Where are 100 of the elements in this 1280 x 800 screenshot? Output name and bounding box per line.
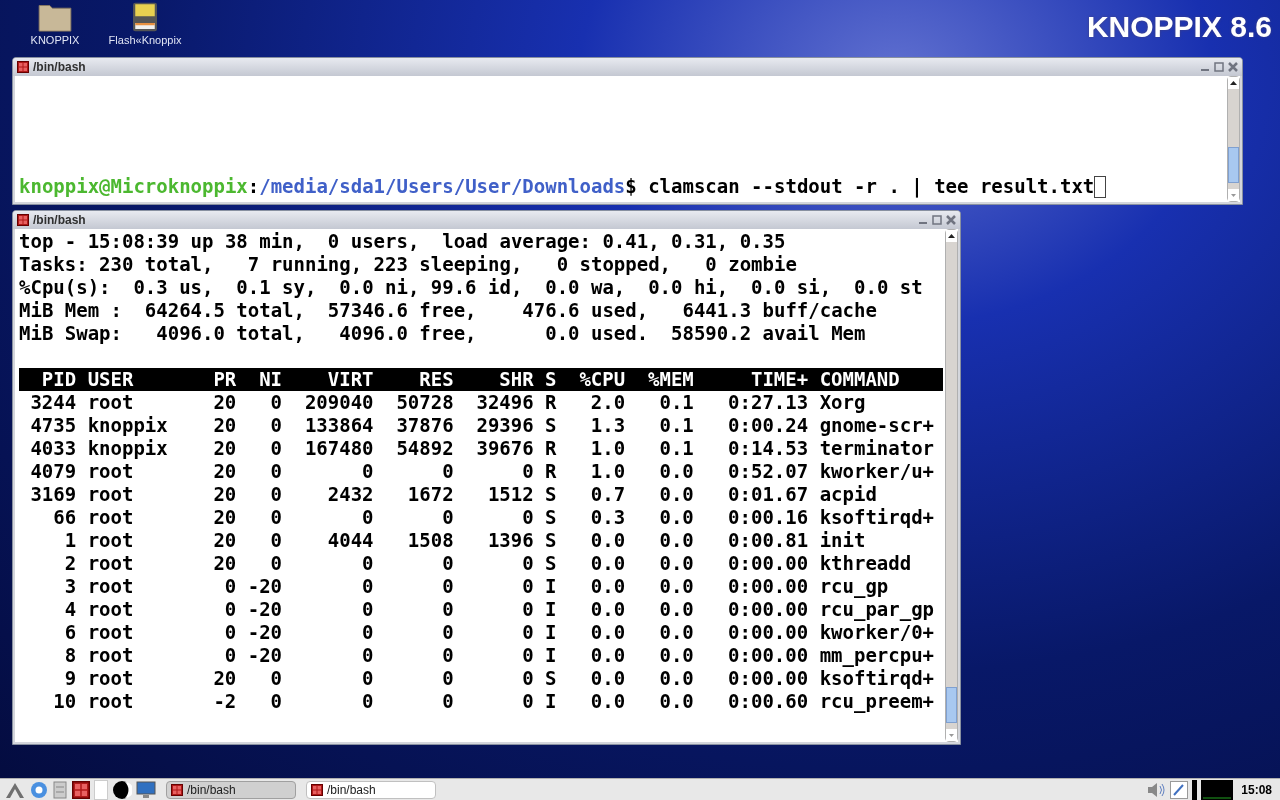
taskbar-task[interactable]: /bin/bash <box>306 780 436 799</box>
table-cell-text: knoppix <box>86 414 169 437</box>
table-cell-text: 20 <box>212 437 237 460</box>
table-cell-text: root <box>86 391 135 414</box>
table-cell-text: 2 <box>63 552 77 575</box>
taskbar-task[interactable]: /bin/bash <box>166 780 296 799</box>
table-cell-text: 0 <box>521 506 534 529</box>
column-header: S <box>544 368 557 391</box>
scroll-down-icon[interactable] <box>1228 189 1239 201</box>
table-cell-text: S <box>544 667 557 690</box>
table-cell-text: 0 <box>441 552 454 575</box>
table-cell-text: 0.7 <box>589 483 626 506</box>
table-cell-text: R <box>544 391 557 414</box>
table-cell-text: 54892 <box>395 437 454 460</box>
desktop-icon-label[interactable]: KNOPPIX <box>30 34 80 47</box>
table-cell-text: 0:00.00 <box>727 575 809 598</box>
scroll-down-icon[interactable] <box>946 729 957 741</box>
table-cell-text: 8 <box>63 644 77 667</box>
table-cell-text: root <box>86 644 135 667</box>
table-cell-text: 0 <box>521 667 534 690</box>
table-cell-text: 0 <box>361 644 374 667</box>
table-cell-text: 0.0 <box>658 598 694 621</box>
prompt-separator: : <box>247 175 260 198</box>
table-cell-text: 0 <box>361 667 374 690</box>
table-cell-text: 3 <box>63 575 77 598</box>
table-cell-text: 0 <box>269 552 283 575</box>
summary-line: MiB Mem : 64264.5 total, 57346.6 free, 476.6 used, 6441.3 buff/cache <box>19 299 877 322</box>
table-cell-text: 1 <box>63 529 77 552</box>
table-cell-text: 0 <box>269 414 283 437</box>
scrollbar-thumb[interactable] <box>946 687 957 723</box>
table-cell-text: 0.0 <box>658 529 694 552</box>
table-cell-text: 1.0 <box>589 437 626 460</box>
table-cell-text: 0 <box>441 667 454 690</box>
table-cell-text: -20 <box>246 575 283 598</box>
close-icon[interactable] <box>946 215 956 225</box>
table-cell-text: 0:00.81 <box>727 529 809 552</box>
table-cell-text: 20 <box>212 391 237 414</box>
table-cell-text: 0 <box>269 437 283 460</box>
table-cell-text: 0:01.67 <box>727 483 809 506</box>
pen-icon[interactable] <box>1170 780 1189 799</box>
speaker-icon[interactable] <box>1146 781 1167 798</box>
table-cell-text: 167480 <box>303 437 374 460</box>
table-cell-text: 20 <box>212 460 237 483</box>
scrollbar-thumb[interactable] <box>1228 147 1239 183</box>
table-cell-text: root <box>86 483 135 506</box>
folder-icon[interactable] <box>37 2 73 32</box>
table-cell-text: S <box>544 506 557 529</box>
table-cell-text: 0:00.00 <box>727 667 809 690</box>
browser-icon[interactable] <box>30 780 48 799</box>
table-cell-text: 4033 <box>29 437 77 460</box>
table-cell-text: 0.0 <box>589 644 626 667</box>
table-cell-text: 1.3 <box>589 414 626 437</box>
table-cell-text: root <box>86 460 135 483</box>
half-moon-icon[interactable] <box>112 779 132 800</box>
table-cell-text: rcu_preem+ <box>818 690 934 713</box>
table-cell-text: 0:00.16 <box>727 506 809 529</box>
table-cell-text: root <box>86 667 135 690</box>
table-cell-text: 0 <box>223 598 237 621</box>
table-cell-text: 0.0 <box>658 483 694 506</box>
table-cell-text: terminator <box>818 437 934 460</box>
memory-card-icon[interactable] <box>132 2 158 32</box>
scroll-up-icon[interactable] <box>946 230 957 242</box>
table-cell-text: -2 <box>212 690 237 713</box>
maximize-icon[interactable] <box>932 215 942 225</box>
scrollbar[interactable] <box>945 229 958 742</box>
table-cell-text: 0:27.13 <box>727 391 809 414</box>
clock: 15:08 <box>1240 781 1273 799</box>
close-icon[interactable] <box>1228 62 1238 72</box>
table-cell-text: 0 <box>521 644 534 667</box>
table-cell-text: knoppix <box>86 437 169 460</box>
table-cell-text: I <box>544 621 557 644</box>
table-cell-text: -20 <box>246 621 283 644</box>
table-cell-text: root <box>86 621 135 644</box>
desktop-icon-label[interactable]: Flash«Knoppix <box>108 34 182 47</box>
table-cell-text: 0.0 <box>589 529 626 552</box>
file-cabinet-icon[interactable] <box>52 780 68 799</box>
monitor-icon[interactable] <box>136 780 156 799</box>
summary-line: top - 15:08:39 up 38 min, 0 users, load average: 0.41, 0.31, 0.35 <box>19 230 786 253</box>
table-cell-text: S <box>544 552 557 575</box>
table-cell-text: root <box>86 690 135 713</box>
table-cell-text: 1508 <box>406 529 454 552</box>
table-cell-text: mm_percpu+ <box>818 644 934 667</box>
scrollbar[interactable] <box>1227 76 1240 202</box>
table-cell-text: 0.0 <box>589 598 626 621</box>
column-header: USER <box>86 368 135 391</box>
table-cell-text: 0 <box>361 460 374 483</box>
column-header: TIME+ <box>750 368 809 391</box>
table-cell-text: 0.1 <box>658 414 694 437</box>
table-cell-text: I <box>544 598 557 621</box>
table-cell-text: gnome-scr+ <box>818 414 934 437</box>
table-cell-text: kthreadd <box>818 552 913 575</box>
table-cell-text: 133864 <box>303 414 374 437</box>
table-cell-text: 0:52.07 <box>727 460 809 483</box>
table-cell-text: 4735 <box>29 414 77 437</box>
table-cell-text: 29396 <box>475 414 534 437</box>
maximize-icon[interactable] <box>1214 62 1224 72</box>
scroll-up-icon[interactable] <box>1228 77 1239 89</box>
table-cell-text: 0 <box>521 460 534 483</box>
command-text: clamscan --stdout -r . | tee result.txt <box>647 175 1095 198</box>
table-cell-text: 0.0 <box>589 690 626 713</box>
